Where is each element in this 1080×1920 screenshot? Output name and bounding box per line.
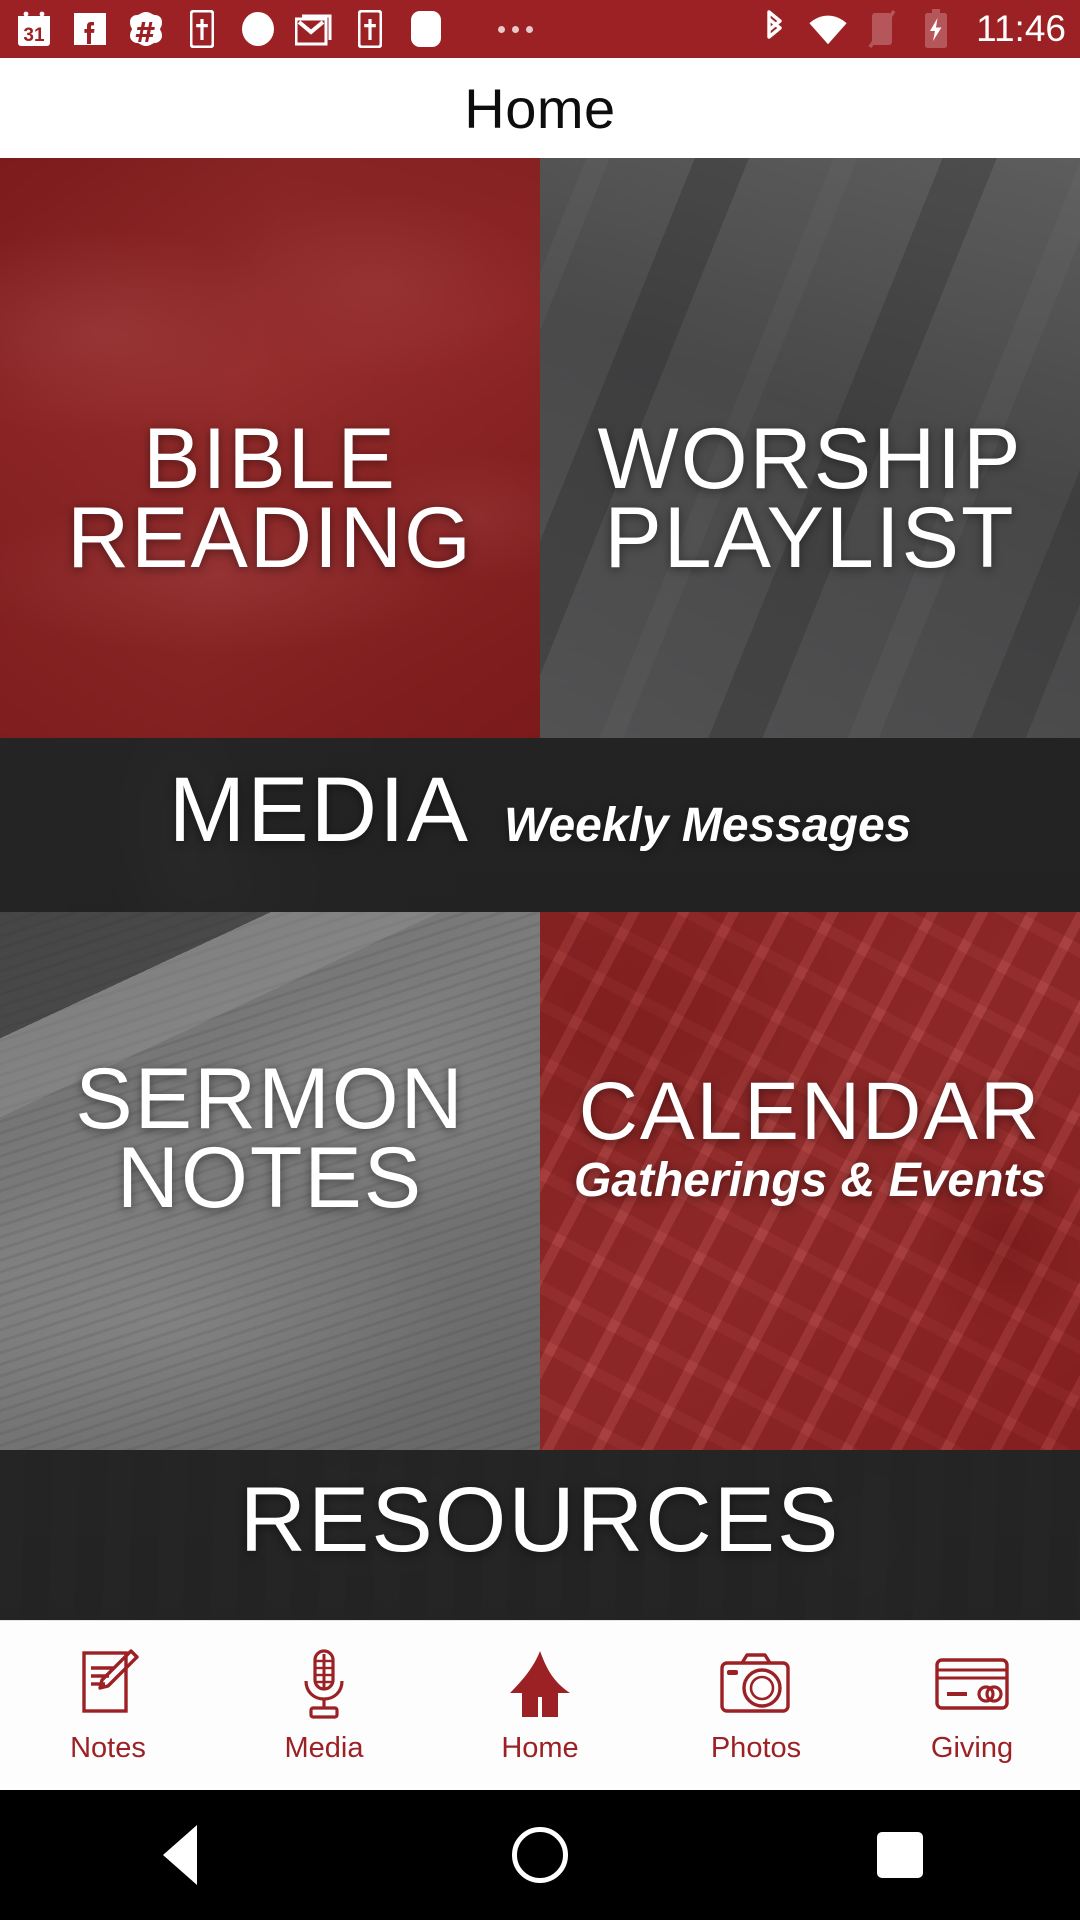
nav-item-giving[interactable]: Giving [864, 1621, 1080, 1790]
credit-card-icon [934, 1646, 1010, 1722]
bottom-navigation-bar: Notes Media Home Photos Giving [0, 1620, 1080, 1790]
svg-text:31: 31 [23, 25, 45, 46]
square-recents-icon [877, 1832, 923, 1878]
tile-calendar[interactable]: CALENDAR Gatherings & Events [540, 912, 1080, 1450]
media-subtitle: Weekly Messages [504, 799, 912, 852]
calendar-icon: 31 [14, 9, 54, 49]
status-bar: 31 11:46 [0, 0, 1080, 58]
resources-title: RESOURCES [239, 1469, 841, 1571]
calendar-subtitle: Gatherings & Events [573, 1154, 1047, 1208]
nav-item-notes[interactable]: Notes [0, 1621, 216, 1790]
sermon-notes-title-line2: NOTES [116, 1130, 424, 1227]
circle-notification-icon [238, 9, 278, 49]
worship-playlist-title-line1: WORSHIP [597, 411, 1023, 507]
tile-media[interactable]: MEDIA Weekly Messages [0, 738, 1080, 912]
battery-charging-icon [916, 9, 956, 49]
silent-mode-icon [862, 9, 902, 49]
nav-label-photos: Photos [710, 1732, 802, 1764]
status-bar-system-icons: 11:46 [754, 8, 1066, 50]
tile-worship-playlist[interactable]: WORSHIP PLAYLIST [540, 158, 1080, 738]
bible-reading-title-line1: BIBLE [143, 411, 397, 507]
status-bar-notification-icons: 31 [14, 9, 754, 49]
status-bar-clock: 11:46 [976, 8, 1066, 49]
bible-reading-title-line2: READING [67, 490, 473, 587]
nav-label-notes: Notes [70, 1732, 146, 1764]
bible-app-icon [182, 9, 222, 49]
tile-sermon-notes[interactable]: SERMON NOTES [0, 912, 540, 1450]
circle-home-icon [512, 1827, 568, 1883]
rounded-square-icon [406, 9, 446, 49]
system-recents-button[interactable] [840, 1790, 960, 1920]
house-icon [502, 1646, 578, 1722]
bible-reading-caption: BIBLE READING [0, 411, 540, 587]
worship-playlist-caption: WORSHIP PLAYLIST [540, 411, 1080, 587]
sermon-notes-title-line1: SERMON [75, 1051, 465, 1147]
media-title: MEDIA [168, 759, 470, 861]
media-caption: MEDIA Weekly Messages [0, 759, 1080, 861]
sermon-notes-caption: SERMON NOTES [0, 1051, 540, 1227]
calendar-caption: CALENDAR Gatherings & Events [540, 1066, 1080, 1208]
microphone-icon [286, 1646, 362, 1722]
calendar-title: CALENDAR [578, 1066, 1042, 1157]
nav-item-home[interactable]: Home [432, 1621, 648, 1790]
worship-playlist-title-line2: PLAYLIST [604, 490, 1016, 587]
nav-item-media[interactable]: Media [216, 1621, 432, 1790]
android-system-navigation [0, 1790, 1080, 1920]
nav-label-media: Media [284, 1732, 364, 1764]
more-notifications-icon [498, 25, 533, 33]
tile-bible-reading[interactable]: BIBLE READING [0, 158, 540, 738]
gmail-icon [294, 9, 334, 49]
nav-item-photos[interactable]: Photos [648, 1621, 864, 1790]
page-title: Home [464, 76, 616, 140]
app-header: Home [0, 58, 1080, 158]
flower-badge-icon [126, 9, 166, 49]
bluetooth-icon [754, 9, 794, 49]
camera-icon [718, 1646, 794, 1722]
bible-app-icon-2 [350, 9, 390, 49]
resources-caption: RESOURCES [0, 1469, 1080, 1571]
system-home-button[interactable] [480, 1790, 600, 1920]
triangle-back-icon [163, 1825, 197, 1885]
nav-label-home: Home [501, 1732, 579, 1764]
notepad-pencil-icon [70, 1646, 146, 1722]
facebook-icon [70, 9, 110, 49]
tile-resources[interactable]: RESOURCES [0, 1450, 1080, 1620]
wifi-icon [808, 9, 848, 49]
nav-label-giving: Giving [930, 1732, 1014, 1764]
system-back-button[interactable] [120, 1790, 240, 1920]
